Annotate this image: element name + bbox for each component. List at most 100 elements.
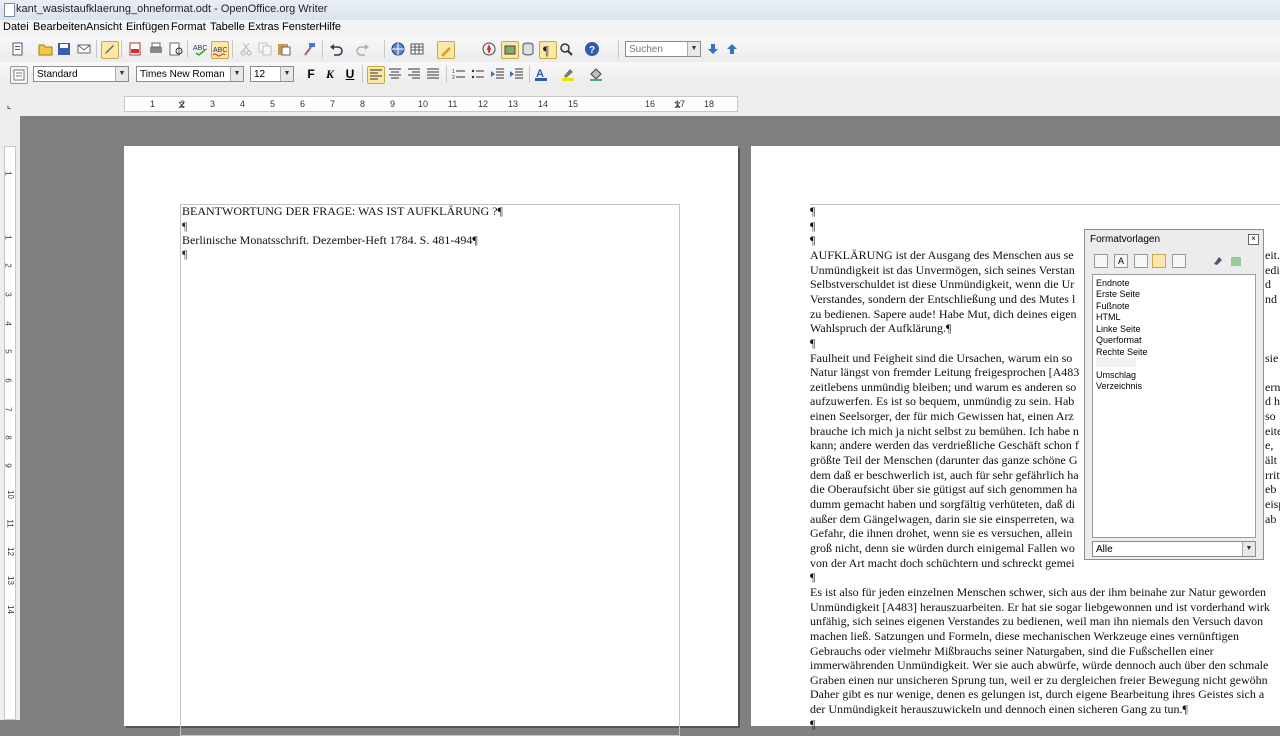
right-page-line[interactable]: einen Seelsorger, der für mich Gewissen … bbox=[810, 409, 1074, 424]
spellcheck-icon[interactable]: ABC bbox=[192, 41, 208, 57]
right-page-line[interactable]: die Oberaufsicht über sie gütigst auf si… bbox=[810, 482, 1077, 497]
paste-icon[interactable] bbox=[276, 41, 292, 57]
document-page-left[interactable]: BEANTWORTUNG DER FRAGE: WAS IST AUFKLÄRU… bbox=[124, 146, 738, 736]
right-page-line[interactable]: groß nicht, denn sie würden durch einige… bbox=[810, 541, 1075, 556]
style-item[interactable]: Verzeichnis bbox=[1096, 381, 1142, 391]
right-page-line[interactable]: Natur längst von fremder Leitung freiges… bbox=[810, 365, 1079, 380]
style-item[interactable]: Umschlag bbox=[1096, 370, 1136, 380]
styles-list[interactable]: Endnote Erste Seite Fußnote HTML Linke S… bbox=[1092, 274, 1256, 538]
page-preview-icon[interactable] bbox=[168, 41, 184, 57]
numbering-icon[interactable]: 12 bbox=[451, 66, 467, 82]
paragraph-styles-icon[interactable] bbox=[1094, 254, 1108, 268]
chevron-down-icon[interactable]: ▼ bbox=[280, 67, 293, 81]
right-page-line[interactable]: ¶ bbox=[810, 570, 815, 585]
menu-ansicht[interactable]: Ansicht bbox=[86, 21, 122, 33]
background-color-icon[interactable] bbox=[588, 66, 604, 82]
underline-button[interactable]: U bbox=[342, 66, 358, 82]
style-item[interactable]: Erste Seite bbox=[1096, 289, 1140, 299]
styles-formatting-icon[interactable] bbox=[10, 66, 28, 84]
menu-hilfe[interactable]: Hilfe bbox=[319, 21, 341, 33]
chevron-down-icon[interactable]: ▼ bbox=[115, 67, 128, 81]
horizontal-ruler[interactable]: 1 2 3 4 5 6 7 8 9 10 11 12 13 14 15 16 1… bbox=[124, 96, 738, 112]
right-page-line[interactable]: Es ist also für jeden einzelnen Menschen… bbox=[810, 585, 1266, 600]
highlighting-icon[interactable] bbox=[560, 66, 576, 82]
right-page-line[interactable]: zu bedienen. Sapere aude! Habe Mut, dich… bbox=[810, 307, 1077, 322]
list-styles-icon[interactable] bbox=[1172, 254, 1186, 268]
paragraph-style-select[interactable]: Standard ▼ bbox=[33, 66, 129, 82]
document-heading[interactable]: BEANTWORTUNG DER FRAGE: WAS IST AUFKLÄRU… bbox=[182, 204, 503, 219]
styles-panel[interactable]: Formatvorlagen × A Endnote Erste Seite F… bbox=[1084, 229, 1264, 560]
bold-button[interactable]: F bbox=[303, 66, 319, 82]
print-icon[interactable] bbox=[148, 41, 164, 57]
find-prev-icon[interactable] bbox=[724, 41, 740, 57]
align-right-icon[interactable] bbox=[406, 66, 422, 82]
navigator-icon[interactable] bbox=[481, 41, 497, 57]
styles-filter-select[interactable]: Alle ▼ bbox=[1092, 541, 1256, 557]
right-page-line[interactable]: brauche ich mich ja nicht selbst zu bemü… bbox=[810, 424, 1079, 439]
help-icon[interactable]: ? bbox=[584, 41, 600, 57]
align-center-icon[interactable] bbox=[387, 66, 403, 82]
page-styles-icon[interactable] bbox=[1152, 254, 1166, 268]
autospell-icon[interactable]: ABC bbox=[211, 41, 229, 59]
export-pdf-icon[interactable] bbox=[127, 41, 143, 57]
frame-styles-icon[interactable] bbox=[1134, 254, 1148, 268]
right-page-line[interactable]: Graben einen nur unsicheren Sprung tun, … bbox=[810, 673, 1268, 688]
right-page-line[interactable]: ¶ bbox=[810, 219, 815, 234]
source-line[interactable]: Berlinische Monatsschrift. Dezember-Heft… bbox=[182, 233, 478, 248]
menu-extras[interactable]: Extras bbox=[248, 21, 279, 33]
style-item[interactable]: HTML bbox=[1096, 312, 1121, 322]
find-next-icon[interactable] bbox=[705, 41, 721, 57]
chevron-down-icon[interactable]: ▼ bbox=[1242, 542, 1255, 556]
right-page-line[interactable]: Daher gibt es nur wenige, denen es gelun… bbox=[810, 687, 1264, 702]
close-icon[interactable]: × bbox=[1248, 234, 1259, 245]
right-page-line[interactable]: ¶ bbox=[810, 233, 815, 248]
zoom-icon[interactable] bbox=[558, 41, 574, 57]
italic-button[interactable]: K bbox=[322, 66, 338, 82]
table-icon[interactable] bbox=[409, 41, 425, 57]
fill-format-icon[interactable] bbox=[1211, 254, 1225, 268]
justify-icon[interactable] bbox=[425, 66, 441, 82]
search-input[interactable]: Suchen ▼ bbox=[625, 41, 701, 57]
character-styles-icon[interactable]: A bbox=[1114, 254, 1128, 268]
style-item[interactable]: Linke Seite bbox=[1096, 324, 1141, 334]
right-page-line[interactable]: aufzuwerfen. Es ist so bequem, unmündig … bbox=[810, 394, 1074, 409]
right-page-line[interactable]: dem daß er beschwerlich ist, auch für se… bbox=[810, 468, 1079, 483]
right-page-line[interactable]: ¶ bbox=[810, 717, 815, 732]
style-item[interactable]: Fußnote bbox=[1096, 301, 1130, 311]
right-indent-marker-icon[interactable]: ⧖ bbox=[674, 100, 681, 111]
right-page-line[interactable]: ¶ bbox=[810, 336, 815, 351]
menu-tabelle[interactable]: Tabelle bbox=[210, 21, 245, 33]
menu-format[interactable]: Format bbox=[171, 21, 206, 33]
font-name-select[interactable]: Times New Roman ▼ bbox=[136, 66, 244, 82]
font-color-icon[interactable]: A bbox=[533, 66, 549, 82]
right-page-line[interactable]: zeitlebens unmündig bleiben; und warum e… bbox=[810, 380, 1076, 395]
right-page-line[interactable]: Selbstverschuldet ist diese Unmündigkeit… bbox=[810, 277, 1074, 292]
open-icon[interactable] bbox=[38, 41, 54, 57]
copy-icon[interactable] bbox=[257, 41, 273, 57]
increase-indent-icon[interactable] bbox=[509, 66, 525, 82]
right-page-line[interactable]: von der Art macht doch schüchtern und sc… bbox=[810, 556, 1075, 571]
menu-fenster[interactable]: Fenster bbox=[282, 21, 319, 33]
decrease-indent-icon[interactable] bbox=[490, 66, 506, 82]
menu-datei[interactable]: Datei bbox=[3, 21, 29, 33]
right-page-line[interactable]: ¶ bbox=[810, 204, 815, 219]
right-page-line[interactable]: unfähig, sich seines eigenen Verstandes … bbox=[810, 614, 1263, 629]
edit-mode-icon[interactable] bbox=[101, 41, 119, 59]
right-page-line[interactable]: größte Teil der Menschen (darunter das g… bbox=[810, 453, 1078, 468]
data-sources-icon[interactable] bbox=[520, 41, 536, 57]
indent-marker-icon[interactable]: ⧖ bbox=[178, 100, 185, 111]
tab-stop-selector[interactable]: ⌞ bbox=[4, 100, 14, 110]
menu-bearbeiten[interactable]: Bearbeiten bbox=[33, 21, 86, 33]
menu-einfuegen[interactable]: Einfügen bbox=[126, 21, 169, 33]
chevron-down-icon[interactable]: ▼ bbox=[687, 42, 700, 56]
right-page-line[interactable]: Wahlspruch der Aufklärung.¶ bbox=[810, 321, 951, 336]
right-page-line[interactable]: Unmündigkeit [A483] herauszuarbeiten. Er… bbox=[810, 600, 1270, 615]
style-item[interactable]: Querformat bbox=[1096, 335, 1142, 345]
email-icon[interactable] bbox=[76, 41, 92, 57]
right-page-line[interactable]: kann; andere werden das verdrießliche Ge… bbox=[810, 438, 1079, 453]
empty-paragraph[interactable]: ¶ bbox=[182, 219, 187, 234]
save-icon[interactable] bbox=[56, 41, 72, 57]
cut-icon[interactable] bbox=[238, 41, 254, 57]
right-page-line[interactable]: Faulheit und Feigheit sind die Ursachen,… bbox=[810, 351, 1072, 366]
hyperlink-icon[interactable] bbox=[390, 41, 406, 57]
